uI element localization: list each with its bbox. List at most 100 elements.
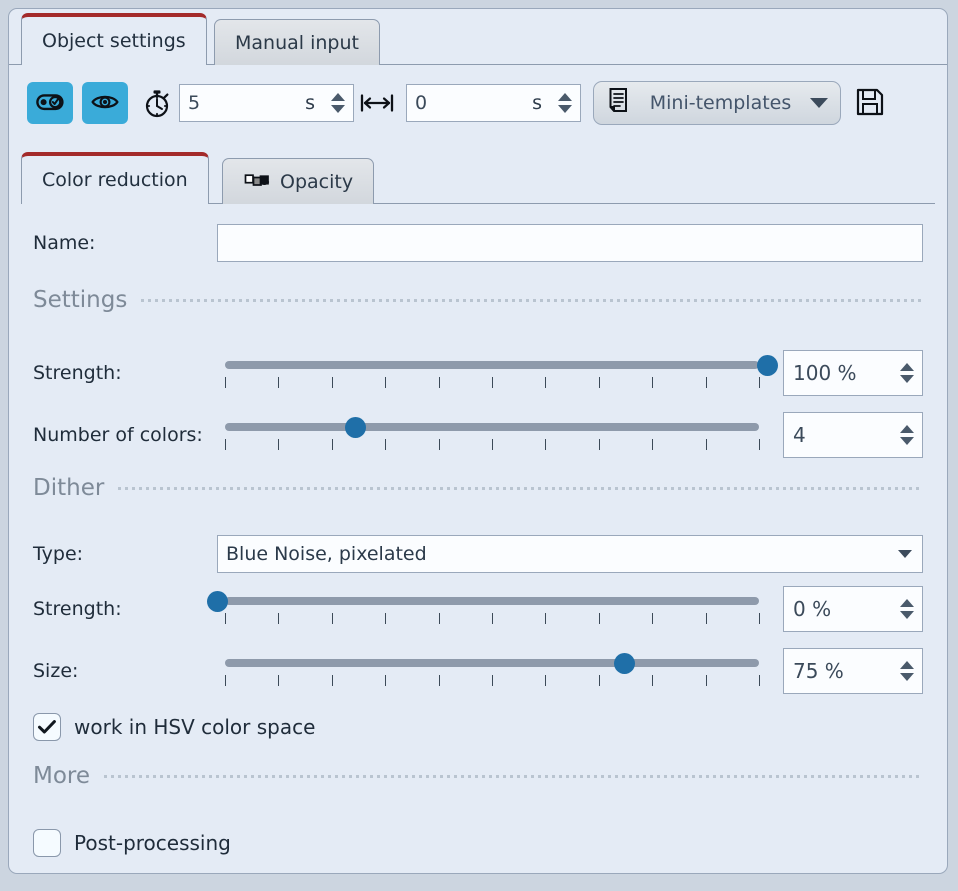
strength-spinbox-down-arrow-icon[interactable] <box>900 375 914 383</box>
number-of-colors-spinbox-stepper[interactable] <box>896 413 922 457</box>
settings-section-divider <box>141 299 923 302</box>
save-button[interactable] <box>855 87 885 120</box>
hsv-color-space-checkbox[interactable]: work in HSV color space <box>33 713 315 741</box>
dither-size-spinbox-up-arrow-icon[interactable] <box>900 661 914 669</box>
mini-templates-dropdown[interactable]: Mini-templates <box>593 81 841 125</box>
dither-size-spinbox-value: 75 % <box>784 659 896 683</box>
toggle-check-button[interactable] <box>27 82 73 124</box>
preview-eye-button[interactable] <box>82 82 128 124</box>
strength-spinbox[interactable]: 100 % <box>783 350 923 396</box>
dither-strength-spinbox-value: 0 % <box>784 597 896 621</box>
dither-strength-spinbox[interactable]: 0 % <box>783 586 923 632</box>
dither-size-spinbox[interactable]: 75 % <box>783 648 923 694</box>
dither-strength-spinbox-up-arrow-icon[interactable] <box>900 599 914 607</box>
time-spinbox-stepper[interactable] <box>327 85 353 121</box>
dither-type-row: Type: Blue Noise, pixelated <box>9 534 947 574</box>
number-of-colors-spinbox-value: 4 <box>784 423 896 447</box>
distance-spinbox-suffix: s <box>532 92 554 114</box>
number-of-colors-slider-groove[interactable] <box>225 423 759 431</box>
chevron-down-icon <box>898 550 912 558</box>
stopwatch-icon <box>143 88 171 118</box>
floppy-save-icon <box>855 87 885 120</box>
dither-size-slider-handle[interactable] <box>614 653 635 674</box>
dither-size-slider-ticks <box>225 675 759 686</box>
settings-section-title: Settings <box>33 287 141 313</box>
dither-size-label: Size: <box>33 660 217 682</box>
dither-section-title: Dither <box>33 475 118 501</box>
more-section-divider <box>104 775 923 778</box>
inner-tab-bar: Color reduction Opacity <box>9 149 947 204</box>
number-of-colors-slider-ticks <box>225 439 759 450</box>
object-settings-panel: Object settings Manual input <box>8 8 948 874</box>
opacity-icon <box>243 171 271 193</box>
strength-spinbox-stepper[interactable] <box>896 351 922 395</box>
dither-type-label: Type: <box>33 543 217 565</box>
dither-type-value: Blue Noise, pixelated <box>226 543 898 565</box>
dither-strength-row: Strength: 0 % <box>9 585 947 633</box>
tab-manual-input-label: Manual input <box>235 32 359 54</box>
tab-color-reduction-label: Color reduction <box>42 169 188 191</box>
strength-slider-ticks <box>225 377 759 388</box>
object-toolbar: 5 s 0 s <box>9 66 947 140</box>
dither-section-header: Dither <box>33 475 923 501</box>
color-reduction-form: Name: Settings Strength: 100 % <box>9 205 947 873</box>
dither-strength-slider-handle[interactable] <box>207 591 228 612</box>
strength-label: Strength: <box>33 362 217 384</box>
number-of-colors-spinbox[interactable]: 4 <box>783 412 923 458</box>
outer-tab-bar: Object settings Manual input <box>9 9 947 65</box>
strength-row: Strength: 100 % <box>9 349 947 397</box>
strength-slider-groove[interactable] <box>225 361 759 369</box>
time-spinbox[interactable]: 5 s <box>179 84 354 122</box>
dither-size-spinbox-down-arrow-icon[interactable] <box>900 673 914 681</box>
strength-slider[interactable] <box>217 354 767 392</box>
post-processing-label: Post-processing <box>74 831 231 855</box>
tab-color-reduction[interactable]: Color reduction <box>21 152 209 204</box>
hsv-color-space-label: work in HSV color space <box>74 715 315 739</box>
time-spinbox-down-arrow-icon[interactable] <box>331 105 345 113</box>
tab-opacity-label: Opacity <box>280 171 353 193</box>
horizontal-span-icon <box>360 92 394 114</box>
dither-size-slider[interactable] <box>217 652 767 690</box>
distance-spinbox[interactable]: 0 s <box>406 84 581 122</box>
post-processing-checkbox[interactable]: Post-processing <box>33 829 231 857</box>
name-row: Name: <box>9 223 947 263</box>
time-spinbox-up-arrow-icon[interactable] <box>331 93 345 101</box>
dither-strength-slider[interactable] <box>217 590 767 628</box>
tab-object-settings-label: Object settings <box>42 30 186 52</box>
distance-spinbox-down-arrow-icon[interactable] <box>558 105 572 113</box>
template-document-icon <box>606 87 631 119</box>
dither-strength-slider-groove[interactable] <box>225 597 759 605</box>
dither-size-slider-groove[interactable] <box>225 659 759 667</box>
tab-object-settings[interactable]: Object settings <box>21 13 207 65</box>
number-of-colors-spinbox-up-arrow-icon[interactable] <box>900 425 914 433</box>
chevron-down-icon <box>810 98 828 108</box>
dither-type-dropdown[interactable]: Blue Noise, pixelated <box>217 535 923 573</box>
toggle-check-icon <box>36 93 64 114</box>
post-processing-checkbox-box[interactable] <box>33 829 61 857</box>
dither-strength-slider-ticks <box>225 613 759 624</box>
number-of-colors-row: Number of colors: 4 <box>9 411 947 459</box>
hsv-color-space-checkbox-box[interactable] <box>33 713 61 741</box>
strength-spinbox-up-arrow-icon[interactable] <box>900 363 914 371</box>
dither-strength-spinbox-stepper[interactable] <box>896 587 922 631</box>
distance-spinbox-up-arrow-icon[interactable] <box>558 93 572 101</box>
dither-strength-spinbox-down-arrow-icon[interactable] <box>900 611 914 619</box>
tab-opacity[interactable]: Opacity <box>222 158 374 204</box>
mini-templates-label: Mini-templates <box>631 92 810 114</box>
eye-icon <box>91 92 119 115</box>
tab-manual-input[interactable]: Manual input <box>214 19 380 65</box>
time-spinbox-value: 5 <box>180 92 305 114</box>
dither-size-spinbox-stepper[interactable] <box>896 649 922 693</box>
number-of-colors-slider[interactable] <box>217 416 767 454</box>
distance-spinbox-value: 0 <box>407 92 532 114</box>
time-spinbox-suffix: s <box>305 92 327 114</box>
more-section-header: More <box>33 763 923 789</box>
name-input[interactable] <box>217 224 923 262</box>
number-of-colors-slider-handle[interactable] <box>345 417 366 438</box>
dither-strength-label: Strength: <box>33 598 217 620</box>
distance-spinbox-stepper[interactable] <box>554 85 580 121</box>
number-of-colors-spinbox-down-arrow-icon[interactable] <box>900 437 914 445</box>
dither-size-row: Size: 75 % <box>9 647 947 695</box>
strength-spinbox-value: 100 % <box>784 361 896 385</box>
strength-slider-handle[interactable] <box>757 355 778 376</box>
